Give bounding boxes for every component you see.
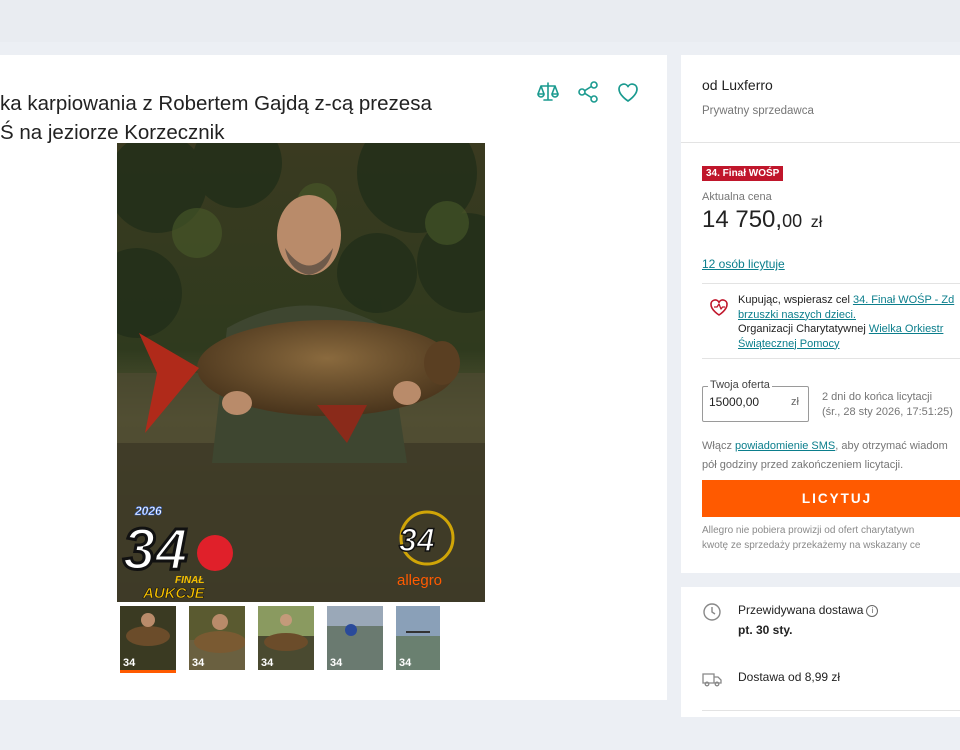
price-currency: zł [810, 214, 823, 231]
divider [702, 283, 960, 284]
commission-disclaimer: Allegro nie pobiera prowizji od ofert ch… [702, 524, 920, 553]
sms-notification-link[interactable]: powiadomienie SMS [735, 440, 835, 452]
sms-text-post: , aby otrzymać wiadom [835, 440, 948, 452]
thumbnail-2[interactable]: 34 [189, 606, 245, 670]
charity-text-2: Organizacji Charytatywnej [738, 323, 869, 335]
svg-text:34: 34 [330, 657, 343, 669]
thumbnail-4[interactable]: 34 [327, 606, 383, 670]
offer-field[interactable]: zł [702, 386, 809, 422]
listing-card: ka karpiowania z Robertem Gajdą z-cą pre… [0, 55, 667, 700]
charity-org-link[interactable]: Wielka Orkiestr [869, 323, 944, 335]
time-left: 2 dni do końca licytacji [822, 391, 933, 403]
sms-text-pre: Włącz [702, 440, 735, 452]
logo-aukcje: AUKCJE [142, 585, 206, 602]
charity-badge: 34. Finał WOŚP [702, 166, 784, 181]
seller-type: Prywatny sprzedawca [702, 105, 814, 117]
svg-text:34: 34 [399, 522, 435, 558]
delivery-label: Przewidywana dostawa [738, 603, 864, 617]
sms-text-line2: pół godziny przed zakończeniem licytacji… [702, 459, 904, 471]
seller-name[interactable]: od Luxferro [702, 77, 773, 93]
thumbnail-5[interactable]: 34 [396, 606, 452, 670]
charity-org-link-cont[interactable]: Świątecznej Pomocy [738, 338, 840, 350]
svg-text:34: 34 [192, 657, 205, 669]
clock-icon [703, 603, 721, 621]
main-photo-image: 2026 34 FINAŁ AUKCJE 34 allegro [117, 143, 485, 602]
charity-goal-link[interactable]: 34. Finał WOŚP - Zd [853, 294, 954, 306]
listing-actions [535, 79, 641, 105]
divider [702, 358, 960, 359]
delivery-from: Dostawa od 8,99 zł [738, 670, 841, 684]
info-icon[interactable]: i [866, 605, 879, 617]
svg-text:34: 34 [261, 657, 274, 669]
main-photo[interactable]: 2026 34 FINAŁ AUKCJE 34 allegro [117, 143, 485, 602]
auction-card: 34. Finał WOŚP Aktualna cena 14 750,00 z… [681, 143, 960, 573]
offer-input[interactable] [709, 395, 779, 409]
heart-icon[interactable] [615, 79, 641, 105]
share-icon[interactable] [575, 79, 601, 105]
seller-card: od Luxferro Prywatny sprzedawca [681, 55, 960, 143]
offer-label: Twoja oferta [708, 379, 772, 391]
top-background [0, 0, 960, 42]
charity-goal-link-cont[interactable]: brzuszki naszych dzieci. [738, 309, 856, 321]
svg-text:34: 34 [123, 657, 136, 669]
offer-currency: zł [791, 396, 799, 408]
listing-title-line-1: ka karpiowania z Robertem Gajdą z-cą pre… [0, 91, 432, 115]
delivery-date: pt. 30 sty. [738, 623, 793, 637]
thumbnail-1[interactable]: 34 [120, 606, 176, 673]
svg-text:34: 34 [399, 657, 412, 669]
price-integer: 14 750, [702, 206, 783, 233]
shipping-card: Przewidywana dostawa i pt. 30 sty. Dostaw… [681, 587, 960, 717]
charity-heart-icon [710, 299, 728, 316]
truck-icon [702, 673, 722, 687]
thumbnail-strip: 34 34 34 34 34 [120, 606, 452, 673]
current-price: 14 750,00 zł [702, 206, 822, 234]
sms-notice: Włącz powiadomienie SMS, aby otrzymać wi… [702, 437, 948, 475]
divider [702, 710, 960, 711]
photo-brand: allegro [397, 572, 442, 589]
thumbnail-3[interactable]: 34 [258, 606, 314, 670]
end-date: (śr., 28 sty 2026, 17:51:25) [822, 406, 953, 418]
logo-year: 2026 [134, 504, 162, 518]
bid-button[interactable]: LICYTUJ [702, 480, 960, 517]
scales-icon[interactable] [535, 79, 561, 105]
disclaimer-line-2: kwotę ze sprzedaży przekażemy na wskazan… [702, 539, 921, 551]
charity-text-1: Kupując, wspierasz cel [738, 294, 853, 306]
disclaimer-line-1: Allegro nie pobiera prowizji od ofert ch… [702, 525, 915, 536]
bidders-link[interactable]: 12 osób licytuje [702, 257, 785, 271]
price-decimals: 00 [782, 211, 803, 231]
logo-number: 34 [123, 517, 188, 582]
price-label: Aktualna cena [702, 191, 772, 203]
auction-end-info: 2 dni do końca licytacji (śr., 28 sty 20… [822, 390, 953, 420]
listing-title: ka karpiowania z Robertem Gajdą z-cą pre… [0, 89, 500, 147]
